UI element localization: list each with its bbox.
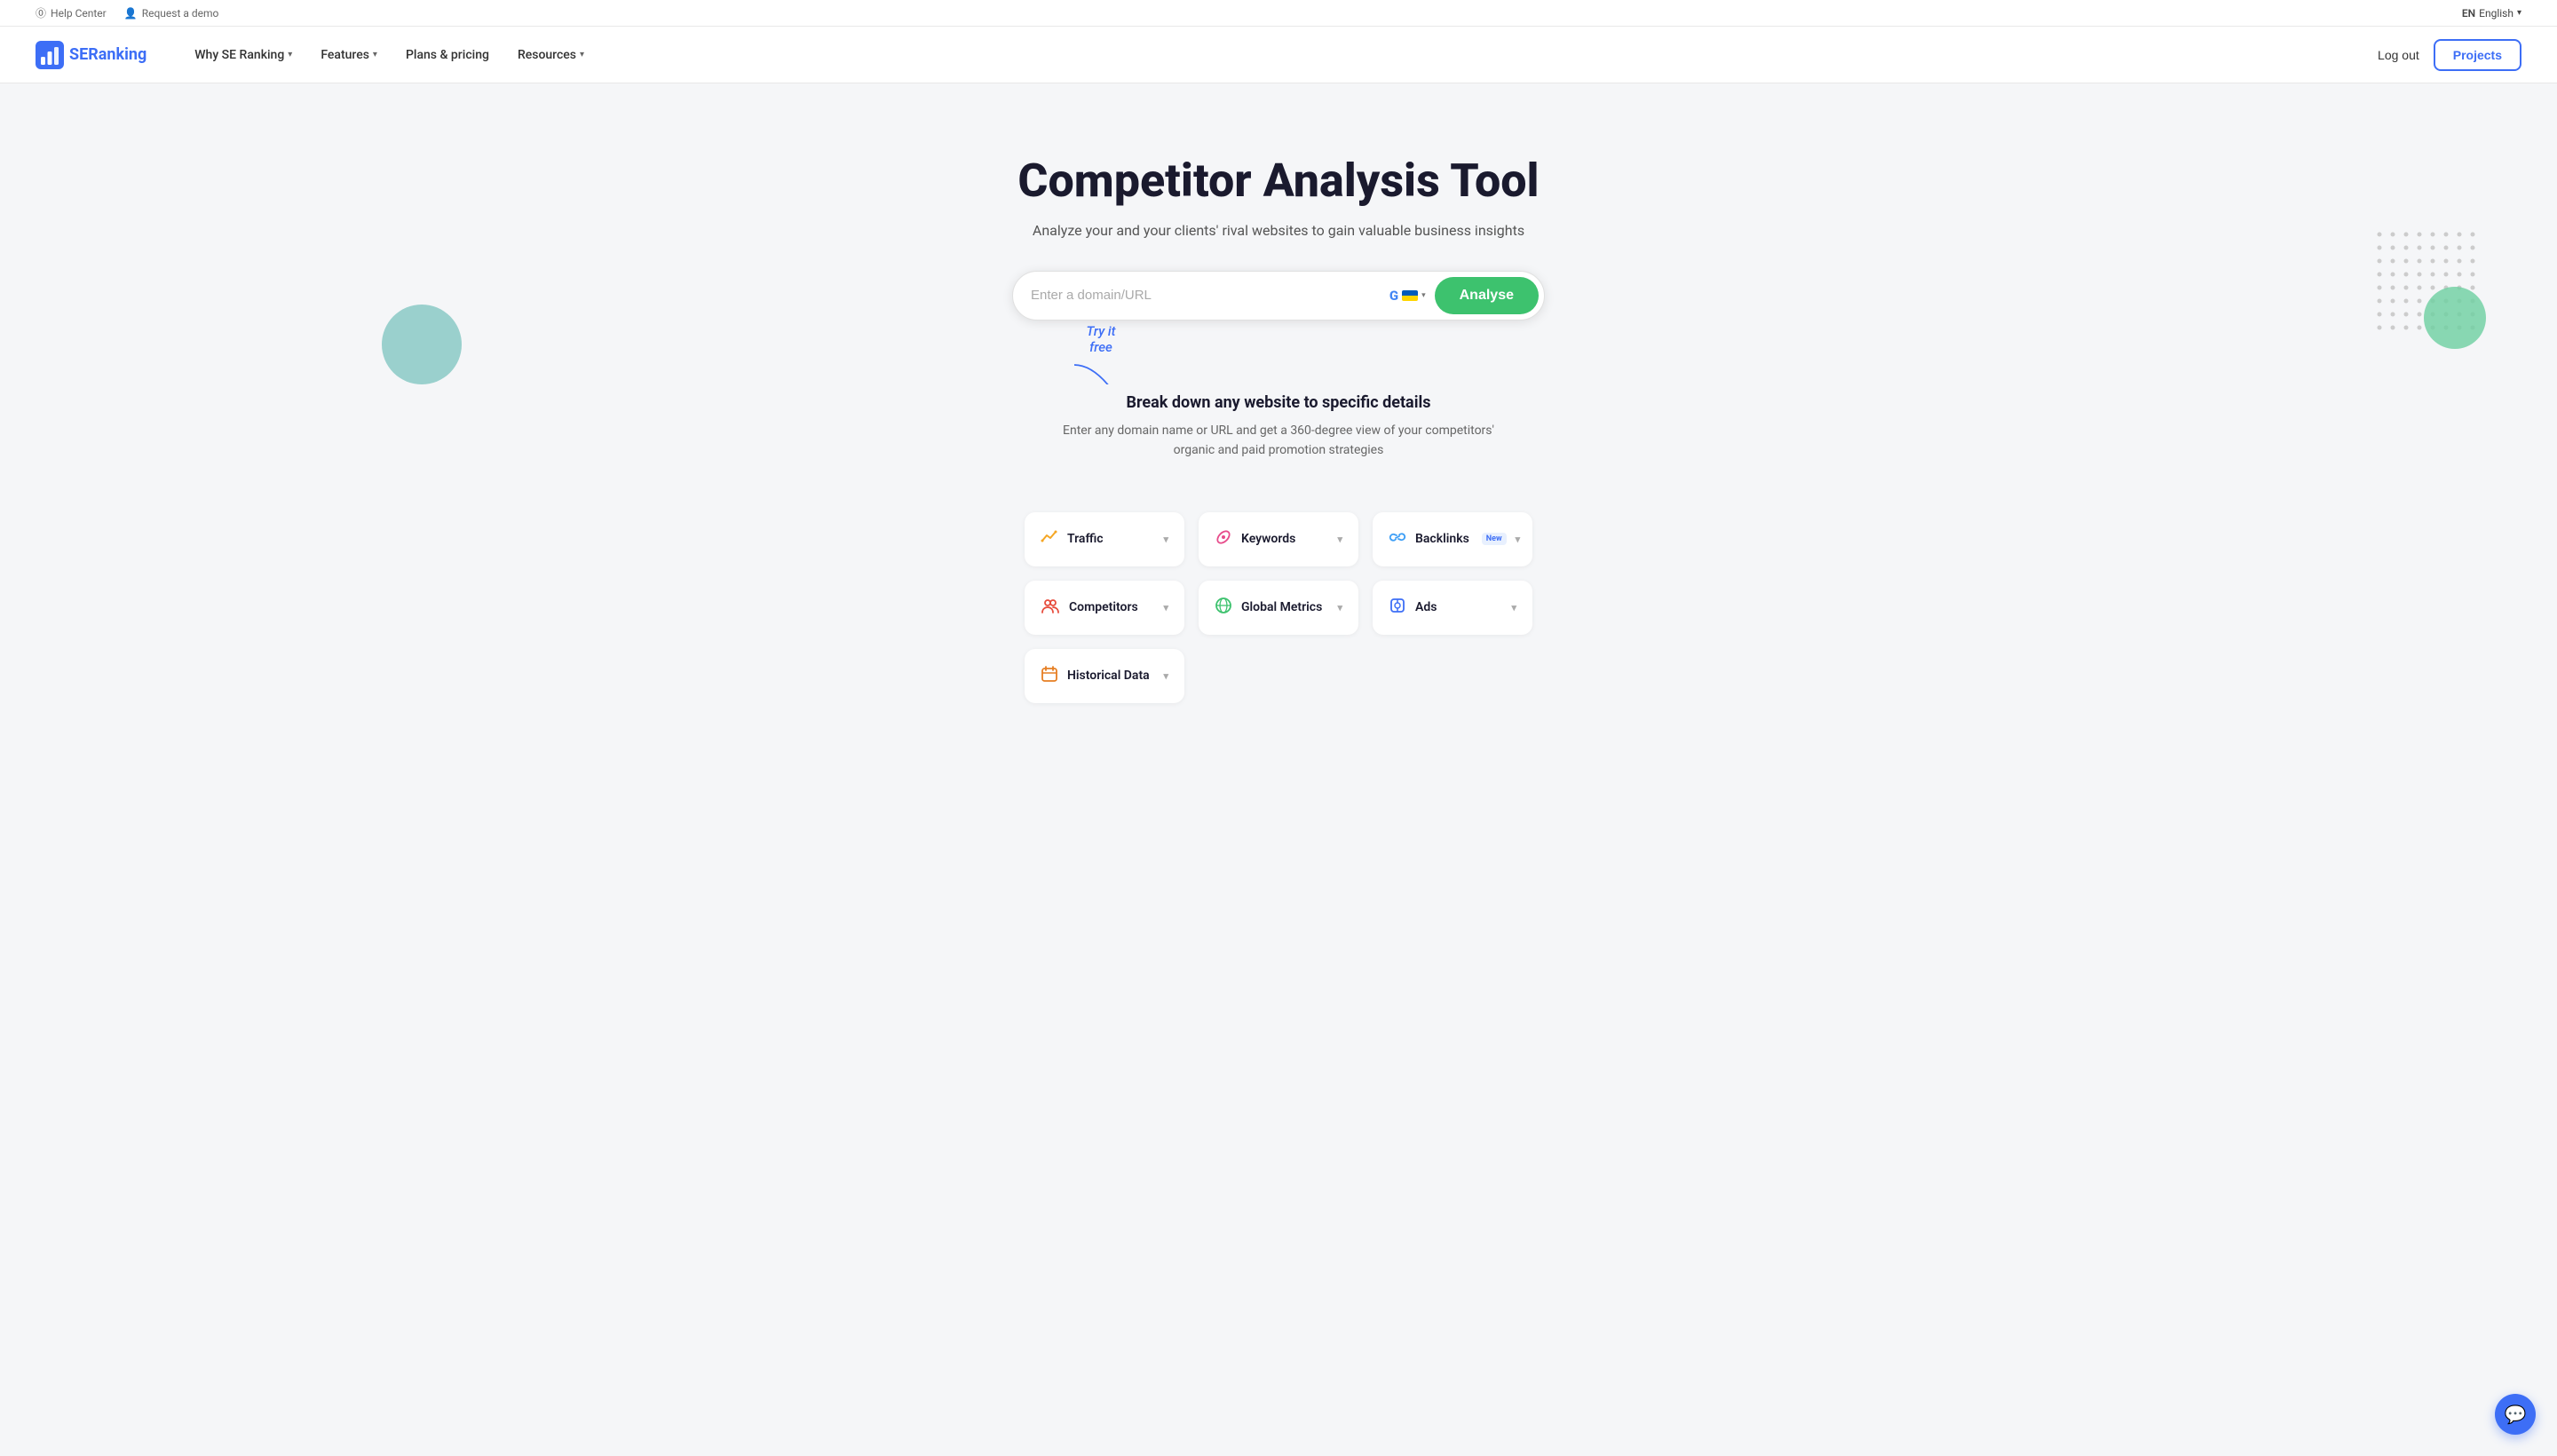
domain-url-input[interactable]	[1031, 288, 1381, 303]
decoration-green-circle	[2424, 287, 2486, 349]
logout-button[interactable]: Log out	[2378, 48, 2419, 62]
nav-links: Why SE Ranking ▾ Features ▾ Plans & pric…	[182, 41, 2378, 69]
google-icon: G	[1389, 288, 1398, 304]
nav-item-why-se-ranking[interactable]: Why SE Ranking ▾	[182, 41, 305, 69]
feature-card-keywords[interactable]: Keywords ▾	[1199, 512, 1358, 566]
chevron-down-icon: ▾	[2517, 8, 2521, 18]
nav-right: Log out Projects	[2378, 39, 2521, 71]
try-free-annotation: Try itfree	[1065, 323, 1136, 384]
help-center-label: Help Center	[51, 7, 107, 20]
language-selector[interactable]: EN English ▾	[2462, 7, 2521, 20]
chevron-down-icon: ▾	[1516, 534, 1521, 545]
search-engine-selector[interactable]: G ▾	[1381, 284, 1435, 307]
hero-subtitle: Analyze your and your clients' rival web…	[36, 222, 2521, 239]
keywords-icon	[1215, 528, 1232, 550]
hero-section: // generated inline /* dots */ Try itfre…	[0, 83, 2557, 384]
chat-icon: 💬	[2505, 1404, 2527, 1425]
backlinks-icon	[1389, 528, 1406, 550]
breakdown-section: Break down any website to specific detai…	[0, 384, 2557, 512]
chevron-down-icon: ▾	[1163, 602, 1168, 613]
help-center-link[interactable]: ⓪ Help Center	[36, 5, 107, 20]
historical-data-icon	[1041, 665, 1058, 687]
chevron-down-icon: ▾	[1163, 534, 1168, 545]
nav-item-resources[interactable]: Resources ▾	[505, 41, 597, 69]
global-metrics-label: Global Metrics	[1241, 600, 1328, 614]
features-grid: Traffic ▾ Keywords ▾ Backlinks New ▾	[879, 512, 1678, 703]
breakdown-title: Break down any website to specific detai…	[36, 393, 2521, 412]
ads-icon	[1389, 597, 1406, 619]
feature-card-competitors[interactable]: Competitors ▾	[1025, 581, 1184, 635]
decoration-teal-circle	[382, 305, 462, 384]
competitors-label: Competitors	[1069, 600, 1154, 614]
chevron-down-icon: ▾	[373, 50, 377, 59]
nav-item-features[interactable]: Features ▾	[308, 41, 390, 69]
try-free-text: Try itfree	[1065, 323, 1136, 355]
navbar: SERanking Why SE Ranking ▾ Features ▾ Pl…	[0, 27, 2557, 83]
top-bar-left: ⓪ Help Center 👤 Request a demo	[36, 5, 218, 20]
new-badge: New	[1482, 533, 1507, 545]
chevron-down-icon: ▾	[1337, 534, 1342, 545]
person-icon: 👤	[124, 7, 138, 20]
traffic-label: Traffic	[1067, 532, 1154, 546]
feature-card-ads[interactable]: Ads ▾	[1373, 581, 1532, 635]
chevron-down-icon: ▾	[1337, 602, 1342, 613]
lang-code: EN	[2462, 7, 2475, 20]
projects-button[interactable]: Projects	[2434, 39, 2521, 71]
feature-card-backlinks[interactable]: Backlinks New ▾	[1373, 512, 1532, 566]
analyse-button[interactable]: Analyse	[1435, 277, 1539, 314]
feature-card-traffic[interactable]: Traffic ▾	[1025, 512, 1184, 566]
chevron-down-icon: ▾	[1421, 291, 1426, 300]
nav-item-plans-pricing[interactable]: Plans & pricing	[393, 41, 502, 69]
help-icon: ⓪	[36, 5, 46, 20]
backlinks-label: Backlinks	[1415, 532, 1469, 546]
ads-label: Ads	[1415, 600, 1502, 614]
ukraine-flag	[1402, 290, 1418, 301]
chevron-down-icon: ▾	[1511, 602, 1516, 613]
chevron-down-icon: ▾	[1163, 670, 1168, 682]
historical-data-label: Historical Data	[1067, 669, 1154, 683]
top-bar: ⓪ Help Center 👤 Request a demo EN Englis…	[0, 0, 2557, 27]
logo-text: SERanking	[69, 45, 146, 64]
hero-title: Competitor Analysis Tool	[36, 154, 2521, 208]
keywords-label: Keywords	[1241, 532, 1328, 546]
chevron-down-icon: ▾	[288, 50, 292, 59]
try-free-arrow	[1065, 360, 1136, 384]
search-bar: G ▾ Analyse	[1012, 271, 1545, 320]
feature-card-historical-data[interactable]: Historical Data ▾	[1025, 649, 1184, 703]
chevron-down-icon: ▾	[580, 50, 584, 59]
logo-icon	[36, 41, 64, 69]
chat-support-button[interactable]: 💬	[2495, 1394, 2536, 1435]
lang-name: English	[2479, 7, 2513, 20]
request-demo-label: Request a demo	[142, 7, 219, 20]
logo[interactable]: SERanking	[36, 41, 146, 69]
breakdown-description: Enter any domain name or URL and get a 3…	[1048, 421, 1509, 461]
traffic-icon	[1041, 528, 1058, 550]
competitors-icon	[1041, 597, 1060, 619]
feature-card-global-metrics[interactable]: Global Metrics ▾	[1199, 581, 1358, 635]
request-demo-link[interactable]: 👤 Request a demo	[124, 7, 219, 20]
global-metrics-icon	[1215, 597, 1232, 619]
